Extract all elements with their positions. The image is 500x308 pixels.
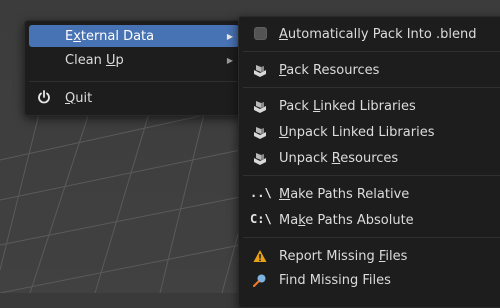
menu-item-external-data[interactable]: External Data ▶: [29, 25, 239, 47]
menu-separator: [243, 175, 500, 176]
find-icon: [253, 274, 266, 287]
power-icon: [38, 90, 50, 104]
menu-item-pack-linked-libraries[interactable]: Pack Linked Libraries: [243, 95, 500, 117]
menu-separator: [243, 237, 500, 238]
menu-separator: [243, 51, 500, 52]
package-icon: [254, 153, 266, 165]
menu-item-report-missing-files[interactable]: Report Missing Files: [243, 245, 500, 267]
menu-separator: [243, 87, 500, 88]
package-icon: [254, 65, 266, 77]
absolute-path-icon: C:\: [250, 212, 272, 226]
package-icon: [254, 101, 266, 113]
menu-item-automatically-pack[interactable]: Automatically Pack Into .blend: [243, 23, 500, 45]
menu-item-unpack-linked-libraries[interactable]: Unpack Linked Libraries: [243, 121, 500, 143]
file-menu: External Data ▶ Clean Up ▶ Quit: [24, 20, 244, 116]
relative-path-icon: ..\: [250, 186, 272, 200]
menu-item-quit[interactable]: Quit: [29, 87, 239, 109]
menu-item-unpack-resources[interactable]: Unpack Resources: [243, 147, 500, 169]
menu-separator: [29, 81, 239, 82]
warning-icon: [253, 250, 267, 262]
menu-item-pack-resources[interactable]: Pack Resources: [243, 59, 500, 81]
external-data-submenu: Automatically Pack Into .blend Pack Reso…: [238, 16, 500, 308]
submenu-arrow-icon: ▶: [226, 31, 233, 41]
submenu-arrow-icon: ▶: [226, 55, 233, 65]
menu-item-make-paths-absolute[interactable]: C:\ Make Paths Absolute: [243, 209, 500, 231]
menu-item-make-paths-relative[interactable]: ..\ Make Paths Relative: [243, 183, 500, 205]
checkbox-icon[interactable]: [254, 27, 267, 40]
package-icon: [254, 127, 266, 139]
menu-item-clean-up[interactable]: Clean Up ▶: [29, 49, 239, 71]
menu-item-find-missing-files[interactable]: Find Missing Files: [243, 269, 500, 291]
